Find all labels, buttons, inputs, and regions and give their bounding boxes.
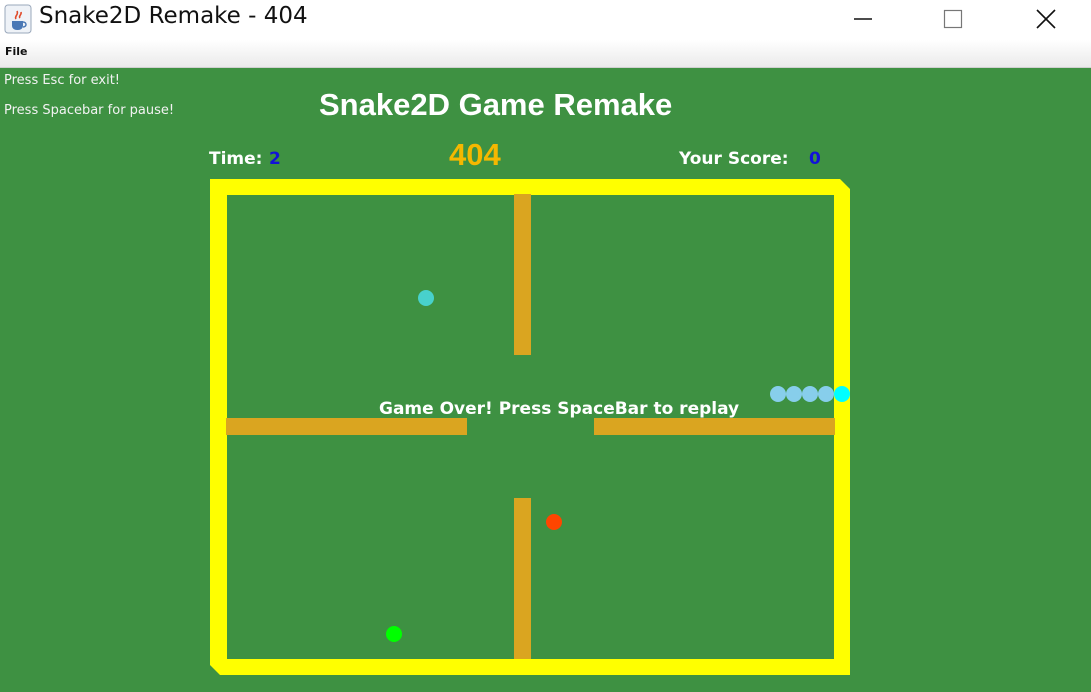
- snake-body-segment: [802, 386, 818, 402]
- close-button[interactable]: [999, 0, 1091, 38]
- snake-head: [834, 386, 850, 402]
- window-title-bar[interactable]: Snake2D Remake - 404: [0, 0, 1091, 40]
- maximize-button[interactable]: [906, 0, 1000, 38]
- wall-top: [514, 194, 531, 355]
- food-green: [386, 626, 402, 642]
- wall-right: [594, 418, 835, 435]
- minimize-icon: [854, 18, 872, 20]
- maximize-icon: [943, 9, 963, 29]
- close-icon: [1036, 9, 1056, 29]
- window-title: Snake2D Remake - 404: [39, 3, 308, 29]
- java-cup-icon: [4, 4, 32, 34]
- wall-left: [226, 418, 467, 435]
- food-red: [546, 514, 562, 530]
- menu-bar: File: [0, 40, 1091, 68]
- game-over-message: Game Over! Press SpaceBar to replay: [379, 399, 740, 419]
- menu-file[interactable]: File: [5, 45, 28, 58]
- snake-body-segment: [786, 386, 802, 402]
- snake-body-segment: [770, 386, 786, 402]
- food-cyan: [418, 290, 434, 306]
- game-canvas[interactable]: Press Esc for exit! Press Spacebar for p…: [0, 68, 1091, 692]
- snake-body-segment: [818, 386, 834, 402]
- minimize-button[interactable]: [816, 0, 910, 38]
- wall-bottom: [514, 498, 531, 659]
- game-arena: [210, 179, 850, 675]
